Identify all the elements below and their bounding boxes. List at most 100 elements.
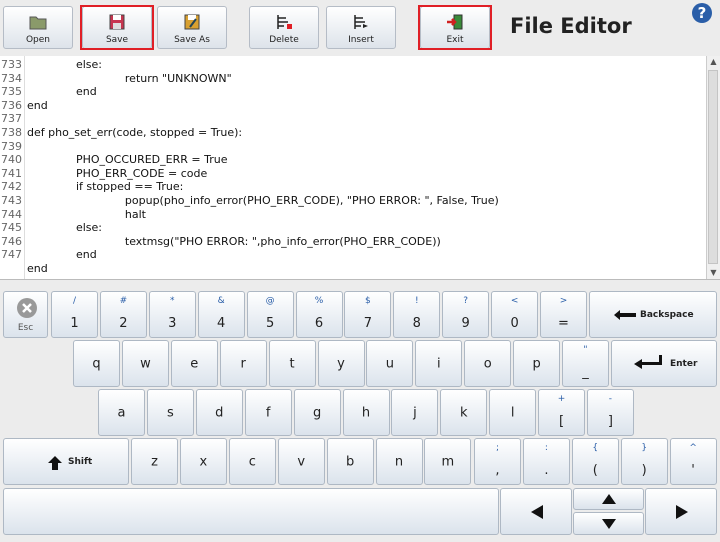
code-text: end (27, 98, 48, 112)
line-number: 741 (1, 166, 22, 180)
key-4[interactable]: & 4 (197, 291, 245, 338)
key-7[interactable]: $7 (344, 291, 392, 338)
key-punctuation[interactable]: }) (620, 438, 668, 485)
key-label: 3 (168, 316, 177, 331)
key-1[interactable]: /1 (51, 291, 98, 338)
key-punctuation[interactable]: ;, (474, 438, 521, 485)
key-5[interactable]: @5 (246, 291, 294, 338)
key-label: b (345, 454, 355, 469)
key-secondary-label: ; (495, 443, 500, 453)
key-secondary-label: { (592, 443, 599, 453)
enter-arrow-icon (634, 355, 662, 369)
line-number: 734 (1, 71, 22, 85)
shift-key[interactable]: Shift (3, 438, 129, 485)
esc-key[interactable]: Esc (3, 291, 48, 338)
key-label: ' (691, 463, 695, 478)
key-secondary-label: / (72, 296, 77, 306)
key-y[interactable]: y (317, 340, 365, 387)
line-number: 740 (1, 153, 22, 167)
key-p[interactable]: p (513, 340, 561, 387)
help-icon[interactable]: ? (692, 3, 712, 23)
open-button[interactable]: Open (3, 6, 73, 49)
key-bracket[interactable]: +[ (538, 389, 585, 436)
left-arrow-icon (531, 505, 543, 519)
space-key[interactable] (3, 488, 499, 535)
save-as-button[interactable]: Save As (157, 6, 227, 49)
key-h[interactable]: h (342, 389, 390, 436)
scroll-down-arrow-icon[interactable]: ▼ (707, 267, 720, 279)
key-0[interactable]: <0 (491, 291, 539, 338)
insert-button[interactable]: Insert (326, 6, 396, 49)
save-as-icon (184, 14, 200, 30)
key-o[interactable]: o (464, 340, 512, 387)
key-f[interactable]: f (244, 389, 292, 436)
key-z[interactable]: z (131, 438, 178, 485)
key-label: e (190, 356, 199, 371)
code-editor[interactable]: 733 else: 734 return "UNKNOWN" 735 end 736 e… (0, 56, 720, 280)
key-secondary-label: # (119, 296, 128, 306)
line-number: 739 (1, 139, 22, 153)
key-label: 6 (314, 316, 324, 331)
key-6[interactable]: % 6 (295, 291, 343, 338)
open-label: Open (25, 35, 51, 45)
key-label: w (140, 356, 151, 371)
left-arrow-key[interactable] (500, 488, 572, 535)
key-v[interactable]: v (277, 438, 325, 485)
key-c[interactable]: c (228, 438, 276, 485)
key-j[interactable]: j (391, 389, 439, 436)
scrollbar-thumb[interactable] (708, 70, 718, 264)
code-text: else: (27, 58, 102, 71)
key-g[interactable]: g (293, 389, 341, 436)
key-k[interactable]: k (440, 389, 488, 436)
key-8[interactable]: ! 8 (393, 291, 441, 338)
scroll-up-arrow-icon[interactable]: ▲ (707, 56, 720, 68)
key-label: n (394, 454, 404, 469)
key-i[interactable]: i (415, 340, 463, 387)
down-arrow-icon (602, 519, 616, 529)
key-bracket[interactable]: -] (586, 389, 634, 436)
down-arrow-key[interactable] (573, 512, 644, 535)
key-l[interactable]: l (489, 389, 537, 436)
key-r[interactable]: r (219, 340, 267, 387)
key-secondary-label: : (544, 443, 548, 453)
esc-label: Esc (17, 323, 34, 333)
backspace-key[interactable]: Backspace (589, 291, 717, 338)
key-punctuation[interactable]: ^ ' (669, 438, 717, 485)
code-text: return "UNKNOWN" (27, 71, 232, 85)
key-d[interactable]: d (195, 389, 243, 436)
key-2[interactable]: #2 (99, 291, 147, 338)
key-underscore[interactable]: " _ (562, 340, 609, 387)
key-x[interactable]: x (179, 438, 227, 485)
key-punctuation[interactable]: :. (522, 438, 570, 485)
key-9[interactable]: ? 9 (442, 291, 490, 338)
key-w[interactable]: w (121, 340, 169, 387)
key-punctuation[interactable]: {( (571, 438, 619, 485)
key-t[interactable]: t (268, 340, 316, 387)
line-number: 737 (1, 112, 22, 126)
code-text: halt (27, 207, 146, 221)
key-label: l (510, 405, 515, 420)
shift-arrow-icon (48, 456, 62, 470)
key-b[interactable]: b (326, 438, 374, 485)
key-label: . (544, 463, 549, 478)
key-secondary-label: * (170, 296, 175, 306)
close-circle-icon (17, 298, 37, 318)
key-e[interactable]: e (170, 340, 218, 387)
code-text: PHO_ERR_CODE = code (27, 166, 208, 180)
key-label: i (436, 356, 441, 371)
key-n[interactable]: n (375, 438, 423, 485)
key-u[interactable]: u (366, 340, 414, 387)
key-a[interactable]: a (98, 389, 145, 436)
right-arrow-key[interactable] (645, 488, 717, 535)
vertical-scrollbar[interactable]: ▲ ▼ (706, 56, 720, 279)
enter-key[interactable]: Enter (611, 340, 717, 387)
key-3[interactable]: * 3 (148, 291, 196, 338)
exit-highlight (418, 5, 492, 50)
key-s[interactable]: s (146, 389, 194, 436)
key-q[interactable]: q (73, 340, 120, 387)
up-arrow-key[interactable] (573, 488, 644, 510)
delete-button[interactable]: Delete (249, 6, 319, 49)
key-m[interactable]: m (424, 438, 472, 485)
key-=[interactable]: > = (540, 291, 587, 338)
key-secondary-label: " (583, 345, 588, 355)
